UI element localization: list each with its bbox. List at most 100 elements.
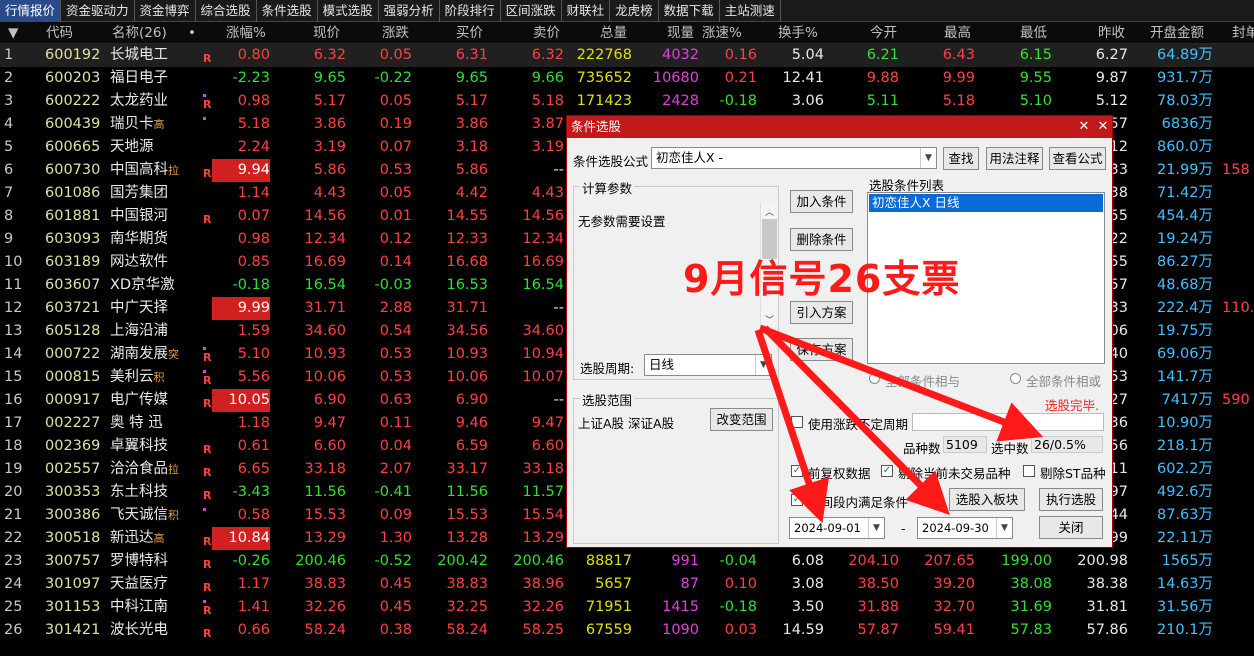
flag-dot-icon (203, 117, 206, 120)
stock-code: 300518 (45, 530, 101, 546)
table-row[interactable]: 23 300757 罗博特科 R -0.26 200.46 -0.52 200.42 200.4… (0, 550, 1254, 573)
period-select[interactable]: 日线 ▼ (644, 354, 772, 376)
price: 15.53 (304, 507, 346, 523)
col-low[interactable]: 最低 (1020, 22, 1047, 44)
stock-name-text: XD京华激 (110, 277, 175, 293)
stock-name: 南华期货 (110, 228, 198, 251)
scroll-down-icon[interactable]: ﹀ (765, 313, 774, 326)
uncertain-period-checkbox[interactable] (791, 416, 803, 428)
seal-amount: 110. (1222, 300, 1254, 316)
col-turnover[interactable]: 换手% (778, 22, 818, 44)
col-name[interactable]: 名称(26) (112, 22, 167, 44)
col-speed[interactable]: 涨速% (702, 22, 742, 44)
st-checkbox[interactable] (1023, 465, 1035, 477)
stock-name: 长城电工 (110, 44, 198, 67)
add-condition-button[interactable]: 加入条件 (790, 190, 853, 213)
tab-12[interactable]: 主站测速 (720, 0, 781, 22)
stock-code: 300757 (45, 553, 101, 569)
high-price: 5.18 (942, 93, 975, 109)
help-icon[interactable]: ✕ (1075, 116, 1093, 138)
date-to-picker[interactable]: 2024-09-30 ▼ (917, 517, 1013, 539)
import-scheme-button[interactable]: 引入方案 (790, 301, 853, 324)
tab-4[interactable]: 条件选股 (257, 0, 318, 22)
tab-8[interactable]: 区间涨跌 (501, 0, 562, 22)
price: 11.56 (304, 484, 346, 500)
chevron-down-icon: ▼ (920, 148, 936, 168)
tab-2[interactable]: 资金博弈 (135, 0, 196, 22)
radio-and[interactable] (869, 373, 880, 384)
col-code[interactable]: 代码 (46, 22, 73, 44)
seal-amount (1222, 113, 1254, 136)
tab-0[interactable]: 行情报价 (0, 0, 62, 22)
tab-6[interactable]: 强弱分析 (379, 0, 440, 22)
done-status: 选股完毕. (1045, 398, 1099, 413)
chevron-down-icon: ▼ (868, 518, 884, 538)
sort-icon[interactable]: ▼ (8, 22, 18, 44)
bid-price: 10.93 (446, 346, 488, 362)
range-group: 选股范围 上证A股 深证A股 改变范围 (573, 390, 779, 544)
col-seal[interactable]: 封单 (1232, 22, 1254, 44)
table-row[interactable]: 24 301097 天益医疗 R 1.17 38.83 0.45 38.83 38.96 5657… (0, 573, 1254, 596)
table-row[interactable]: 1 600192 长城电工 R 0.80 6.32 0.05 6.31 6.32 222768 40… (0, 44, 1254, 67)
ask-price: -- (553, 392, 564, 408)
rights-checkbox[interactable]: ✓ (791, 465, 803, 477)
tab-11[interactable]: 数据下载 (659, 0, 720, 22)
col-bid[interactable]: 买价 (456, 22, 483, 44)
col-open-amount[interactable]: 开盘金额 (1150, 22, 1204, 44)
table-row[interactable]: 25 301153 中科江南 R 1.41 32.26 0.45 32.25 32.26 7195… (0, 596, 1254, 619)
col-price[interactable]: 现价 (313, 22, 340, 44)
close-icon[interactable]: ✕ (1094, 116, 1112, 138)
table-row[interactable]: 3 600222 太龙药业 R 0.98 5.17 0.05 5.17 5.18 171423 24… (0, 90, 1254, 113)
formula-select[interactable]: 初恋佳人X - ▼ (651, 147, 937, 169)
stock-name-text: 福日电子 (110, 70, 168, 86)
change-range-button[interactable]: 改变范围 (710, 408, 773, 431)
change-pct: -0.18 (232, 277, 270, 293)
condition-list-item[interactable]: 初恋佳人X 日线 (869, 194, 1103, 212)
price: 6.32 (313, 47, 346, 63)
save-to-block-button[interactable]: 选股入板块 (949, 488, 1025, 511)
time-range-checkbox[interactable]: ✓ (791, 494, 803, 506)
tab-5[interactable]: 模式选股 (318, 0, 379, 22)
price: 10.93 (304, 346, 346, 362)
tab-9[interactable]: 财联社 (562, 0, 611, 22)
scroll-up-icon[interactable]: ︿ (765, 205, 774, 218)
col-ask[interactable]: 卖价 (533, 22, 560, 44)
table-row[interactable]: 26 301421 波长光电 R 0.66 58.24 0.38 58.24 58.25 6755… (0, 619, 1254, 642)
open-amount: 64.89万 (1156, 47, 1213, 63)
col-change-pct[interactable]: 涨幅% (226, 22, 266, 44)
close-button[interactable]: 关闭 (1039, 516, 1103, 539)
col-volume[interactable]: 总量 (600, 22, 627, 44)
radio-or[interactable] (1010, 373, 1021, 384)
current-volume: 4032 (662, 47, 699, 63)
date-from-picker[interactable]: 2024-09-01 ▼ (789, 517, 885, 539)
open-amount: 19.75万 (1156, 323, 1213, 339)
tab-3[interactable]: 综合选股 (196, 0, 257, 22)
tab-10[interactable]: 龙虎榜 (610, 0, 659, 22)
open-amount: 210.1万 (1156, 622, 1213, 638)
table-row[interactable]: 2 600203 福日电子 -2.23 9.65 -0.22 9.65 9.66 735652 1… (0, 67, 1254, 90)
uncertain-period-field[interactable] (912, 413, 1104, 431)
col-open[interactable]: 今开 (870, 22, 897, 44)
col-current-vol[interactable]: 现量 (667, 22, 694, 44)
find-button[interactable]: 查找 (943, 147, 979, 170)
speed: 0.10 (724, 576, 757, 592)
tab-1[interactable]: 资金驱动力 (61, 0, 135, 22)
stock-code: 600192 (45, 47, 101, 63)
col-prev-close[interactable]: 昨收 (1098, 22, 1125, 44)
change: -0.41 (374, 484, 412, 500)
col-high[interactable]: 最高 (944, 22, 971, 44)
row-index: 15 (4, 369, 23, 385)
untraded-checkbox[interactable]: ✓ (881, 465, 893, 477)
prev-close: 57.86 (1086, 622, 1128, 638)
open-price: 204.10 (848, 553, 899, 569)
ask-price: 4.43 (531, 185, 564, 201)
usage-notes-button[interactable]: 用法注释 (986, 147, 1043, 170)
seal-amount (1222, 573, 1254, 596)
tab-7[interactable]: 阶段排行 (440, 0, 501, 22)
volume: 67559 (585, 622, 632, 638)
col-change[interactable]: 涨跌 (382, 22, 409, 44)
execute-picking-button[interactable]: 执行选股 (1039, 488, 1103, 511)
view-formula-button[interactable]: 查看公式 (1049, 147, 1106, 170)
save-scheme-button[interactable]: 保存方案 (790, 338, 853, 361)
price: 6.90 (313, 392, 346, 408)
